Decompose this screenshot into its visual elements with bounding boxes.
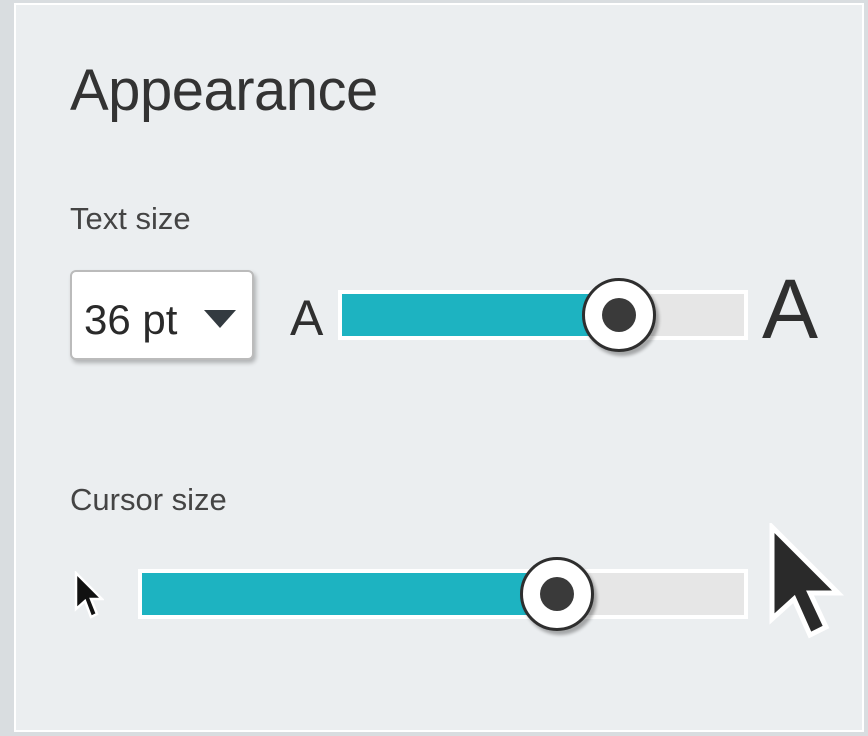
cursor-small-icon bbox=[74, 569, 106, 626]
text-size-label: Text size bbox=[70, 201, 191, 236]
slider-fill bbox=[142, 573, 558, 615]
cursor-large-icon bbox=[768, 520, 845, 644]
slider-fill bbox=[342, 294, 620, 336]
page-title: Appearance bbox=[70, 58, 378, 123]
slider-thumb[interactable] bbox=[520, 557, 595, 631]
text-size-slider[interactable] bbox=[338, 278, 748, 352]
slider-thumb[interactable] bbox=[582, 278, 657, 352]
large-text-glyph: A bbox=[762, 262, 819, 356]
cursor-size-label: Cursor size bbox=[70, 482, 227, 517]
small-text-glyph: A bbox=[290, 290, 324, 346]
appearance-panel: Appearance Text size 36 pt A A Cursor si… bbox=[14, 3, 864, 732]
cursor-size-slider[interactable] bbox=[138, 557, 748, 631]
text-size-dropdown[interactable]: 36 pt bbox=[70, 270, 254, 360]
caret-down-icon bbox=[204, 310, 236, 328]
text-size-value: 36 pt bbox=[84, 296, 178, 343]
